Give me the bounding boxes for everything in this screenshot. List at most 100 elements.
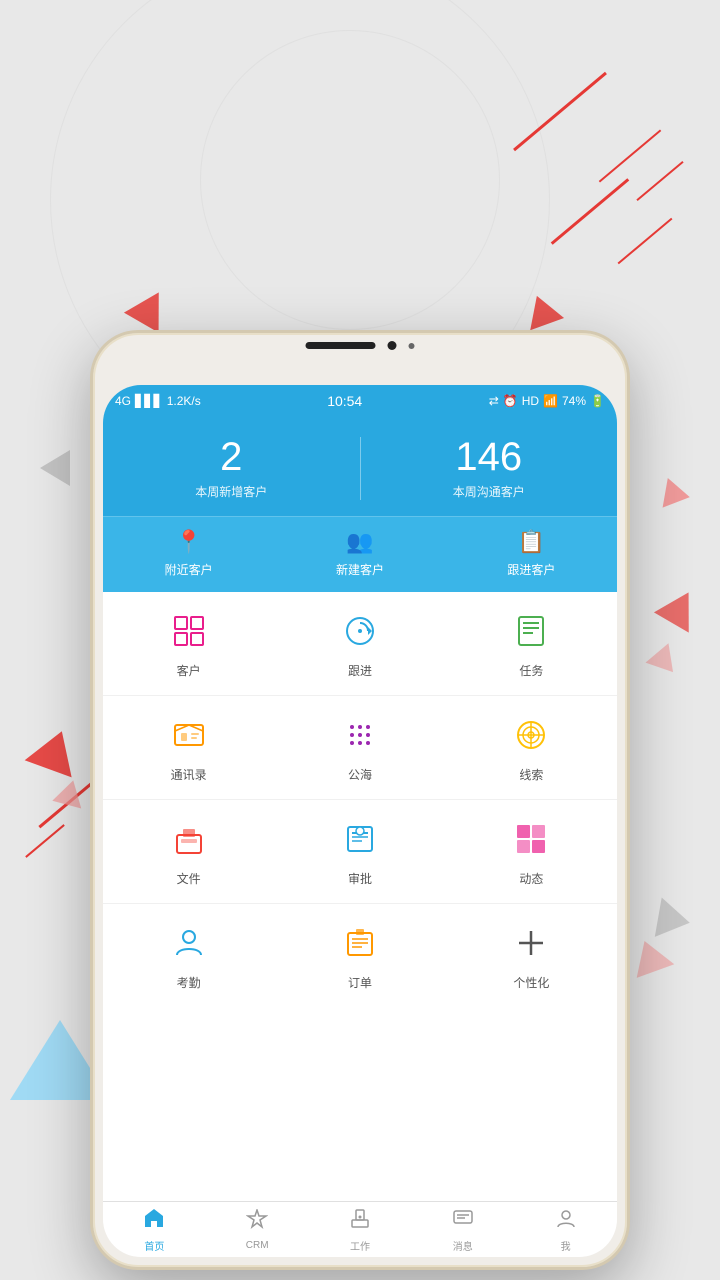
alarm-icon: ⏰ — [503, 394, 518, 408]
deco-triangle — [655, 898, 693, 943]
work-icon — [349, 1207, 371, 1235]
contacts-label: 通讯录 — [171, 766, 207, 783]
sensor — [409, 343, 415, 349]
deco-triangle — [40, 450, 70, 486]
followup-icon — [337, 608, 383, 654]
battery-icon: 🔋 — [590, 394, 605, 408]
location-icon: 📍 — [175, 529, 202, 555]
work-label: 工作 — [350, 1238, 370, 1253]
profile-label: 我 — [561, 1238, 571, 1253]
header-stats: 2 本周新增客户 146 本周沟通客户 — [103, 417, 617, 516]
stat-new-label: 本周新增客户 — [103, 483, 360, 500]
attendance-label: 考勤 — [177, 974, 201, 991]
follow-label: 跟进客户 — [507, 561, 555, 578]
menu-row-1: 客户 跟进 任务 — [103, 592, 617, 696]
app-container: 4G ▋▋▋ 1.2K/s 10:54 ⇄ ⏰ HD 📶 74% 🔋 2 — [103, 385, 617, 1257]
phone-screen: 4G ▋▋▋ 1.2K/s 10:54 ⇄ ⏰ HD 📶 74% 🔋 2 — [103, 385, 617, 1257]
quick-follow-customer[interactable]: 📋 跟进客户 — [446, 529, 617, 578]
battery-percent: 74% — [562, 394, 586, 408]
approval-icon — [337, 816, 383, 862]
deco-triangle — [520, 290, 564, 331]
quick-new-customer[interactable]: 👥 新建客户 — [274, 529, 445, 578]
signal-bars: ▋▋▋ — [135, 394, 163, 408]
new-customer-label: 新建客户 — [336, 561, 384, 578]
stat-new-number: 2 — [103, 437, 360, 477]
nav-messages[interactable]: 消息 — [411, 1202, 514, 1257]
nav-home[interactable]: 首页 — [103, 1202, 206, 1257]
stat-contact-number: 146 — [361, 437, 618, 477]
orders-label: 订单 — [348, 974, 372, 991]
followup-label: 跟进 — [348, 662, 372, 679]
data-speed: 1.2K/s — [167, 394, 201, 408]
menu-row-3: 文件 审批 动态 — [103, 800, 617, 904]
customers-label: 客户 — [177, 662, 201, 679]
tasks-icon — [508, 608, 554, 654]
add-person-icon: 👥 — [346, 529, 373, 555]
menu-item-tasks[interactable]: 任务 — [446, 608, 617, 679]
deco-triangle — [25, 723, 86, 778]
hd-label: HD — [522, 394, 539, 408]
stat-contact-customers: 146 本周沟通客户 — [361, 437, 618, 500]
status-time: 10:54 — [327, 393, 362, 409]
menu-item-contacts[interactable]: 通讯录 — [103, 712, 274, 783]
menu-row-2: 通讯录 — [103, 696, 617, 800]
menu-row-4: 考勤 订单 个性化 — [103, 904, 617, 1007]
status-right: ⇄ ⏰ HD 📶 74% 🔋 — [489, 394, 605, 408]
dynamics-label: 动态 — [519, 870, 543, 887]
profile-icon — [555, 1207, 577, 1235]
public-sea-icon — [337, 712, 383, 758]
nearby-label: 附近客户 — [165, 561, 213, 578]
menu-item-orders[interactable]: 订单 — [274, 920, 445, 991]
menu-item-attendance[interactable]: 考勤 — [103, 920, 274, 991]
files-label: 文件 — [177, 870, 201, 887]
messages-icon — [452, 1207, 474, 1235]
deco-triangle — [124, 282, 176, 332]
menu-item-approval[interactable]: 审批 — [274, 816, 445, 887]
list-add-icon: 📋 — [518, 529, 545, 555]
quick-nearby-customer[interactable]: 📍 附近客户 — [103, 529, 274, 578]
tasks-label: 任务 — [519, 662, 543, 679]
attendance-icon — [166, 920, 212, 966]
menu-item-personalize[interactable]: 个性化 — [446, 920, 617, 991]
menu-item-dynamics[interactable]: 动态 — [446, 816, 617, 887]
contacts-icon — [166, 712, 212, 758]
files-icon — [166, 816, 212, 862]
crm-label: CRM — [246, 1240, 269, 1251]
bottom-nav: 首页 CRM 工作 消 — [103, 1201, 617, 1257]
wifi-icon: 📶 — [543, 394, 558, 408]
home-icon — [143, 1207, 165, 1235]
stat-new-customers: 2 本周新增客户 — [103, 437, 361, 500]
deco-triangle — [654, 592, 706, 642]
leads-label: 线索 — [519, 766, 543, 783]
nav-crm[interactable]: CRM — [206, 1202, 309, 1257]
home-label: 首页 — [144, 1238, 164, 1253]
exchange-icon: ⇄ — [489, 394, 499, 408]
quick-actions-bar: 📍 附近客户 👥 新建客户 📋 跟进客户 — [103, 516, 617, 592]
status-left: 4G ▋▋▋ 1.2K/s — [115, 394, 201, 408]
leads-icon — [508, 712, 554, 758]
status-bar: 4G ▋▋▋ 1.2K/s 10:54 ⇄ ⏰ HD 📶 74% 🔋 — [103, 385, 617, 417]
menu-grid: 客户 跟进 任务 — [103, 592, 617, 1201]
dynamics-icon — [508, 816, 554, 862]
menu-item-files[interactable]: 文件 — [103, 816, 274, 887]
menu-item-leads[interactable]: 线索 — [446, 712, 617, 783]
deco-triangle — [663, 478, 693, 512]
deco-triangle — [626, 934, 675, 978]
deco-triangle — [52, 777, 87, 809]
crm-icon — [246, 1209, 268, 1237]
deco-triangle — [645, 643, 684, 681]
personalize-label: 个性化 — [513, 974, 549, 991]
messages-label: 消息 — [453, 1238, 473, 1253]
public-sea-label: 公海 — [348, 766, 372, 783]
personalize-icon — [508, 920, 554, 966]
customers-icon — [166, 608, 212, 654]
network-indicator: 4G — [115, 394, 131, 408]
nav-work[interactable]: 工作 — [309, 1202, 412, 1257]
menu-item-public-sea[interactable]: 公海 — [274, 712, 445, 783]
phone-device: 4G ▋▋▋ 1.2K/s 10:54 ⇄ ⏰ HD 📶 74% 🔋 2 — [90, 330, 630, 1270]
menu-item-followup[interactable]: 跟进 — [274, 608, 445, 679]
orders-icon — [337, 920, 383, 966]
menu-item-customers[interactable]: 客户 — [103, 608, 274, 679]
camera — [388, 341, 397, 350]
nav-profile[interactable]: 我 — [514, 1202, 617, 1257]
